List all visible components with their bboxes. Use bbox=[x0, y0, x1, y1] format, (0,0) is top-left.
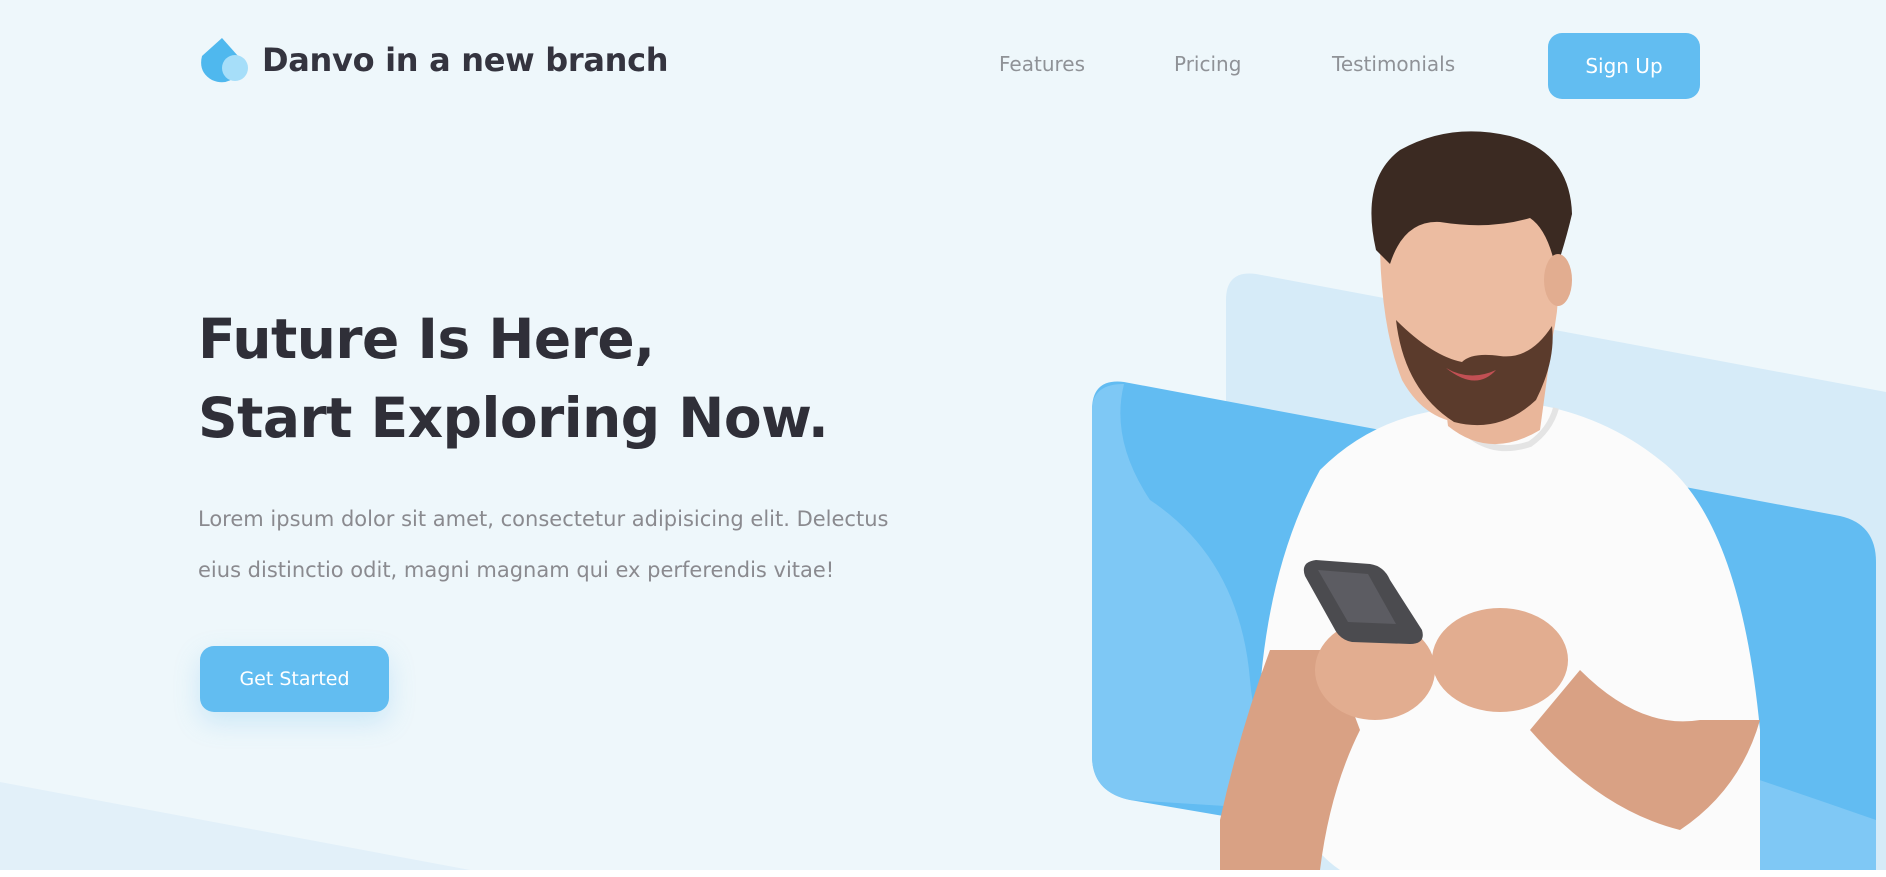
nav-link-pricing[interactable]: Pricing bbox=[1174, 52, 1241, 76]
man-with-phone-image bbox=[1220, 131, 1760, 870]
hero-description-line-2: eius distinctio odit, magni magnam qui e… bbox=[198, 558, 835, 582]
right-hand-shape bbox=[1432, 608, 1568, 712]
hero-section: Danvo in a new branch Features Pricing T… bbox=[0, 0, 1886, 870]
hero-description: Lorem ipsum dolor sit amet, consectetur … bbox=[198, 494, 958, 596]
hero-title: Future Is Here, Start Exploring Now. bbox=[198, 300, 829, 458]
sign-up-button[interactable]: Sign Up bbox=[1548, 33, 1700, 99]
droplet-logo-icon bbox=[201, 38, 248, 83]
bottom-left-wedge bbox=[0, 782, 470, 870]
hero-title-line-2: Start Exploring Now. bbox=[198, 386, 829, 450]
nav-link-features[interactable]: Features bbox=[999, 52, 1085, 76]
nav-link-testimonials[interactable]: Testimonials bbox=[1332, 52, 1455, 76]
brand-name: Danvo in a new branch bbox=[262, 41, 669, 79]
hero-title-line-1: Future Is Here, bbox=[198, 307, 655, 371]
get-started-button[interactable]: Get Started bbox=[200, 646, 389, 712]
ear-shape bbox=[1544, 254, 1572, 306]
hero-description-line-1: Lorem ipsum dolor sit amet, consectetur … bbox=[198, 507, 889, 531]
brand[interactable]: Danvo in a new branch bbox=[198, 36, 669, 84]
